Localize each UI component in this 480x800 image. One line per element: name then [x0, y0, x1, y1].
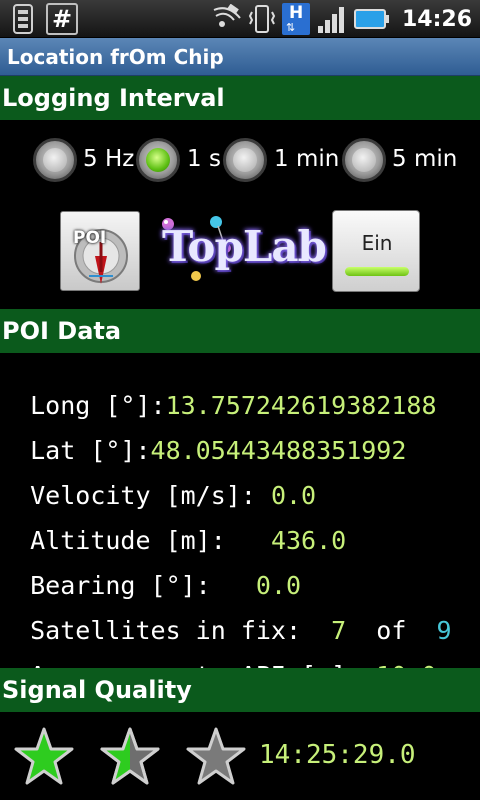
- radio-5min[interactable]: [342, 138, 386, 182]
- hash-notification-icon: #: [46, 3, 78, 35]
- toplab-logo-text: TopLab: [162, 222, 327, 271]
- logging-toggle-label: Ein: [361, 231, 393, 255]
- toggle-on-indicator: [345, 267, 409, 276]
- gps-icon: [213, 4, 241, 27]
- half-star-icon: [100, 727, 160, 785]
- satellites-row: Satellites in fix: 7 of 9: [0, 587, 480, 645]
- radio-1s-label[interactable]: 1 s: [187, 146, 221, 172]
- logging-toggle-button[interactable]: Ein: [332, 210, 420, 292]
- hspa-network-icon: H ⇅: [281, 3, 310, 35]
- signal-quality-title: Signal Quality: [2, 676, 192, 704]
- app-title: Location frOm Chip: [7, 45, 224, 69]
- longitude-row: Long [°]:13.757242619382188: [0, 362, 480, 420]
- signal-strength-icon: [317, 7, 344, 33]
- altitude-row: Altitude [m]: 436.0: [0, 497, 480, 555]
- empty-star-icon: [186, 727, 246, 785]
- radio-1min[interactable]: [223, 138, 267, 182]
- radio-1s[interactable]: [136, 138, 180, 182]
- fix-timestamp: 14:25:29.0: [259, 740, 416, 770]
- app-title-bar: Location frOm Chip: [0, 38, 480, 76]
- full-star-icon: [14, 727, 74, 785]
- hspa-badge: H: [288, 3, 304, 23]
- accuracy-row: Accuracy est. API [m] 10.0: [0, 632, 480, 690]
- status-bar: # H ⇅ 14:26: [0, 0, 480, 38]
- logging-interval-header: Logging Interval: [0, 76, 480, 120]
- velocity-row: Velocity [m/s]: 0.0: [0, 452, 480, 510]
- radio-5hz[interactable]: [33, 138, 77, 182]
- battery-icon: [353, 9, 389, 29]
- bearing-row: Bearing [°]: 0.0: [0, 542, 480, 600]
- poi-data-header: POI Data: [0, 309, 480, 353]
- signal-quality-header: Signal Quality: [0, 668, 480, 712]
- hash-symbol: #: [51, 5, 73, 33]
- vibrate-icon: [248, 5, 276, 33]
- poi-data-title: POI Data: [2, 317, 122, 345]
- radio-5hz-label[interactable]: 5 Hz: [83, 146, 134, 172]
- poi-label: POI: [73, 228, 107, 248]
- logging-interval-title: Logging Interval: [2, 84, 225, 112]
- clock: 14:26: [401, 6, 472, 32]
- radio-1min-label[interactable]: 1 min: [274, 146, 339, 172]
- toplab-logo: TopLab: [158, 212, 327, 284]
- logging-interval-options: 5 Hz 1 s 1 min 5 min: [0, 132, 480, 188]
- sim-card-icon: [13, 4, 33, 34]
- radio-5min-label[interactable]: 5 min: [392, 146, 457, 172]
- compass-pin-icon: [74, 229, 128, 284]
- poi-button[interactable]: POI: [60, 211, 140, 291]
- latitude-row: Lat [°]:48.05443488351992: [0, 407, 480, 465]
